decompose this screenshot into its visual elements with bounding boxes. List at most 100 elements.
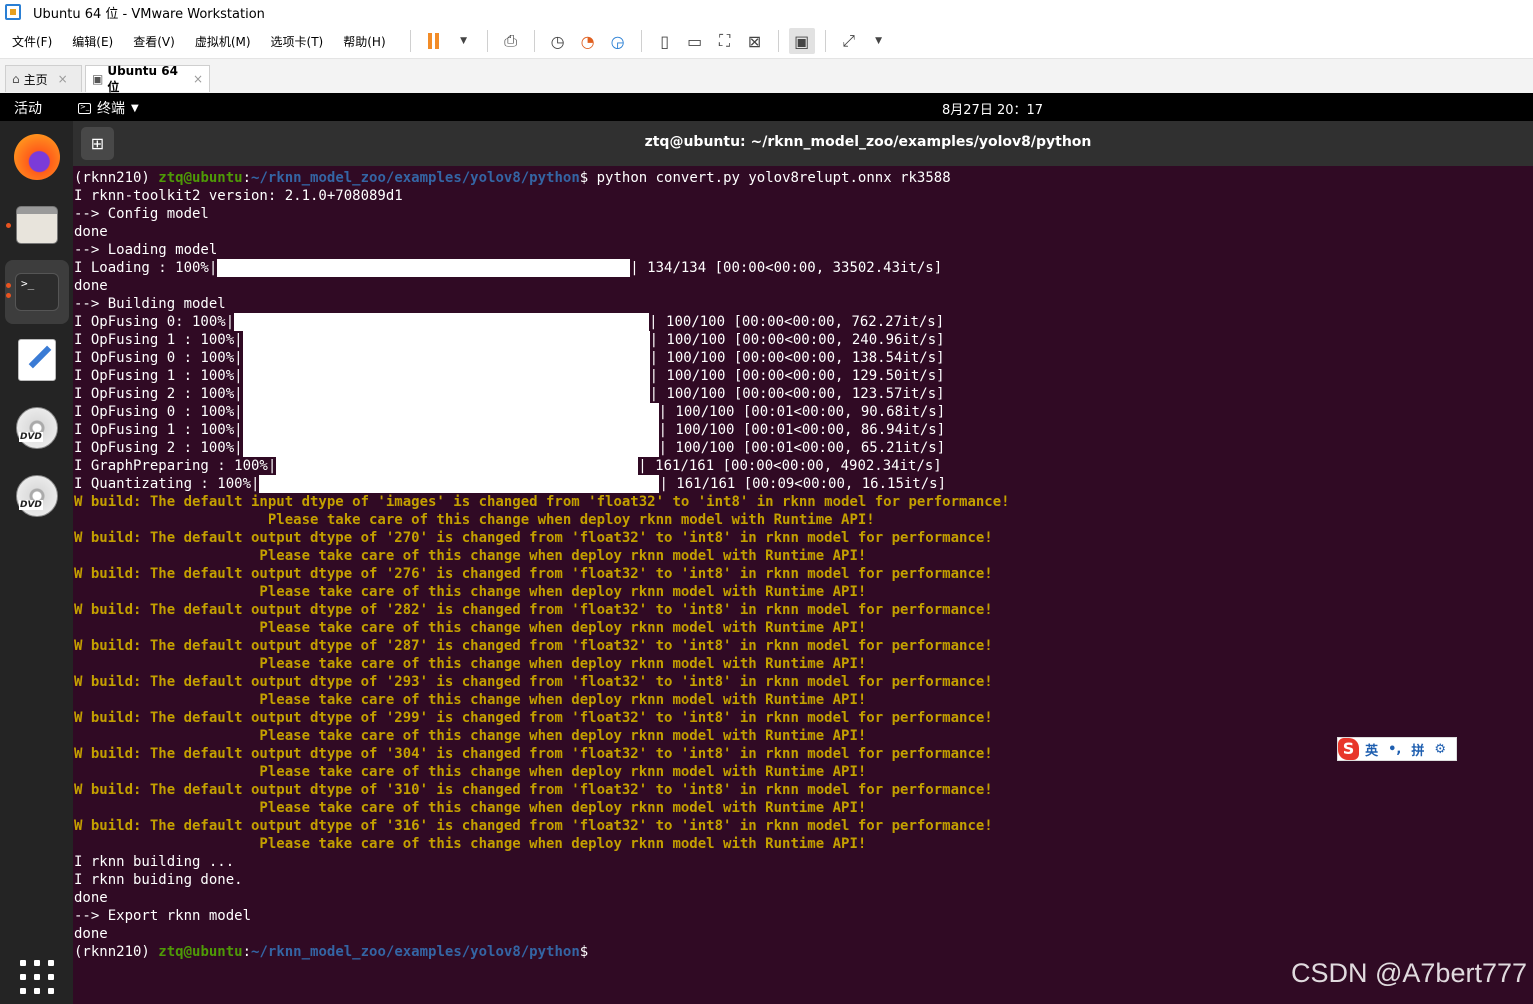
stretch-dropdown-button[interactable]: ▼ [866,28,892,54]
progress-bar [242,403,659,421]
app-menu[interactable]: >_ 终端 ▼ [78,98,139,118]
library-view-icon[interactable]: ▯ [652,28,678,54]
show-apps-icon[interactable] [20,960,54,994]
progress-line: I OpFusing 1 : 100%| | 100/100 [00:00<00:… [74,331,945,349]
output-line: --> Building model [74,295,226,313]
progress-line: I Quantizating : 100%| | 161/161 [00:09<0… [74,475,946,493]
tab-home[interactable]: ⌂ 主页 × [5,65,82,92]
line-text: W build: The default output dtype of '28… [74,602,993,618]
menu-file[interactable]: 文件(F) [0,33,60,50]
progress-stats: | 100/100 [00:01<00:00, 65.21it/s] [658,440,946,456]
pause-button[interactable] [421,28,447,54]
progress-bar [242,439,659,457]
snapshot-manager-icon[interactable]: ◶ [605,28,631,54]
progress-bar [242,421,659,439]
warning-line: W build: The default output dtype of '29… [74,709,993,727]
files-icon [16,206,58,244]
line-text: I OpFusing 2 : 100%| [74,440,243,456]
warning-line: Please take care of this change when dep… [74,583,866,601]
dvd-icon: DVD [16,407,58,449]
line-text: Please take care of this change when dep… [74,764,867,780]
send-ctrl-alt-del-icon[interactable]: ⎙ [498,28,524,54]
toolbar-separator [640,30,642,52]
prompt-line: (rknn210) ztq@ubuntu:~/rknn_model_zoo/ex… [74,170,951,186]
progress-stats: | 161/161 [00:09<00:00, 16.15it/s] [659,476,947,492]
output-line: --> Config model [74,205,209,223]
ime-mode[interactable]: 拼 [1411,740,1424,759]
revert-snapshot-icon[interactable]: ◔ [575,28,601,54]
menu-help[interactable]: 帮助(H) [331,33,393,50]
window-titlebar: Ubuntu 64 位 - VMware Workstation [0,0,1533,24]
line-text: I OpFusing 2 : 100%| [74,386,243,402]
activities-button[interactable]: 活动 [14,98,42,118]
tab-home-label: 主页 [23,72,48,87]
thumbnail-view-icon[interactable]: ▭ [682,28,708,54]
dock-dvd-1[interactable]: DVD [5,396,69,460]
line-text: I OpFusing 0 : 100%| [74,404,243,420]
line-text: W build: The default output dtype of '28… [74,638,993,654]
line-text: I OpFusing 0: 100%| [74,314,235,330]
dock-text-editor[interactable] [5,328,69,392]
line-text: I Quantizating : 100%| [74,476,260,492]
unity-icon[interactable]: ⊠ [742,28,768,54]
output-line: --> Export rknn model [74,907,251,925]
terminal-output[interactable]: (rknn210) ztq@ubuntu:~/rknn_model_zoo/ex… [73,166,1533,1004]
progress-stats: | 100/100 [00:00<00:00, 123.57it/s] [649,386,945,402]
progress-bar [276,457,639,475]
dock-dvd-2[interactable]: DVD [5,464,69,528]
ime-lang[interactable]: 英 [1365,740,1378,759]
line-text: I rknn building ... [74,854,235,870]
dock-firefox[interactable] [5,125,69,189]
warning-line: W build: The default output dtype of '31… [74,781,993,799]
ubuntu-topbar: 活动 >_ 终端 ▼ 8月27日 20：17 [0,93,1533,121]
menu-tabs[interactable]: 选项卡(T) [259,33,332,50]
line-text: W build: The default output dtype of '30… [74,746,993,762]
line-text: I Loading : 100%| [74,260,218,276]
clock[interactable]: 8月27日 20：17 [942,99,1043,118]
terminal-icon: >_ [15,273,59,311]
tab-close-icon[interactable]: × [58,72,68,86]
line-text: --> Config model [74,206,209,222]
vm-icon: ▣ [92,72,104,86]
progress-bar [242,349,650,367]
vmware-icon [5,4,21,20]
tab-close-icon[interactable]: × [193,72,203,86]
sogou-logo-icon: S [1338,738,1360,760]
toolbar-separator [777,30,779,52]
ime-punct[interactable]: •, [1388,742,1401,757]
progress-bar [259,475,660,493]
progress-line: I GraphPreparing : 100%| | 161/161 [00:00… [74,457,942,475]
terminal-headerbar: ⊞ ztq@ubuntu: ~/rknn_model_zoo/examples/… [73,121,1533,166]
warning-line: W build: The default output dtype of '30… [74,745,993,763]
dock-terminal[interactable]: >_ [5,260,69,324]
line-text: W build: The default output dtype of '31… [74,782,993,798]
menu-edit[interactable]: 编辑(E) [60,33,121,50]
stretch-guest-icon[interactable]: ⤢ [836,28,862,54]
menu-view[interactable]: 查看(V) [121,33,183,50]
warning-line: Please take care of this change when dep… [74,691,866,709]
firefox-icon [14,134,60,180]
prompt-line: (rknn210) ztq@ubuntu:~/rknn_model_zoo/ex… [74,944,589,960]
line-text: I GraphPreparing : 100%| [74,458,277,474]
dock-files[interactable] [5,193,69,257]
progress-line: I OpFusing 0 : 100%| | 100/100 [00:01<00:… [74,403,945,421]
console-view-icon[interactable]: ▣ [788,28,815,54]
menu-vm[interactable]: 虚拟机(M) [183,33,259,50]
ime-toolbar[interactable]: S 英 •, 拼 ⚙ [1337,737,1457,761]
full-screen-icon[interactable]: ⛶ [712,28,738,54]
warning-line: W build: The default output dtype of '27… [74,529,993,547]
line-text: Please take care of this change when dep… [74,584,867,600]
progress-line: I OpFusing 1 : 100%| | 100/100 [00:01<00:… [74,421,945,439]
gear-icon[interactable]: ⚙ [1434,742,1446,757]
terminal-title: ztq@ubuntu: ~/rknn_model_zoo/examples/yo… [644,134,1092,150]
progress-stats: | 161/161 [00:00<00:00, 4902.34it/s] [638,458,942,474]
progress-bar [242,331,650,349]
tab-ubuntu[interactable]: ▣ Ubuntu 64 位 × [85,64,210,94]
power-dropdown-button[interactable]: ▼ [451,28,477,54]
warning-line: W build: The default output dtype of '27… [74,565,993,583]
line-text: Please take care of this change when dep… [74,620,867,636]
output-line: done [74,925,108,943]
snapshot-icon[interactable]: ◷ [545,28,571,54]
menubar: 文件(F) 编辑(E) 查看(V) 虚拟机(M) 选项卡(T) 帮助(H) ▼ … [0,24,1533,58]
output-line: --> Loading model [74,241,217,259]
